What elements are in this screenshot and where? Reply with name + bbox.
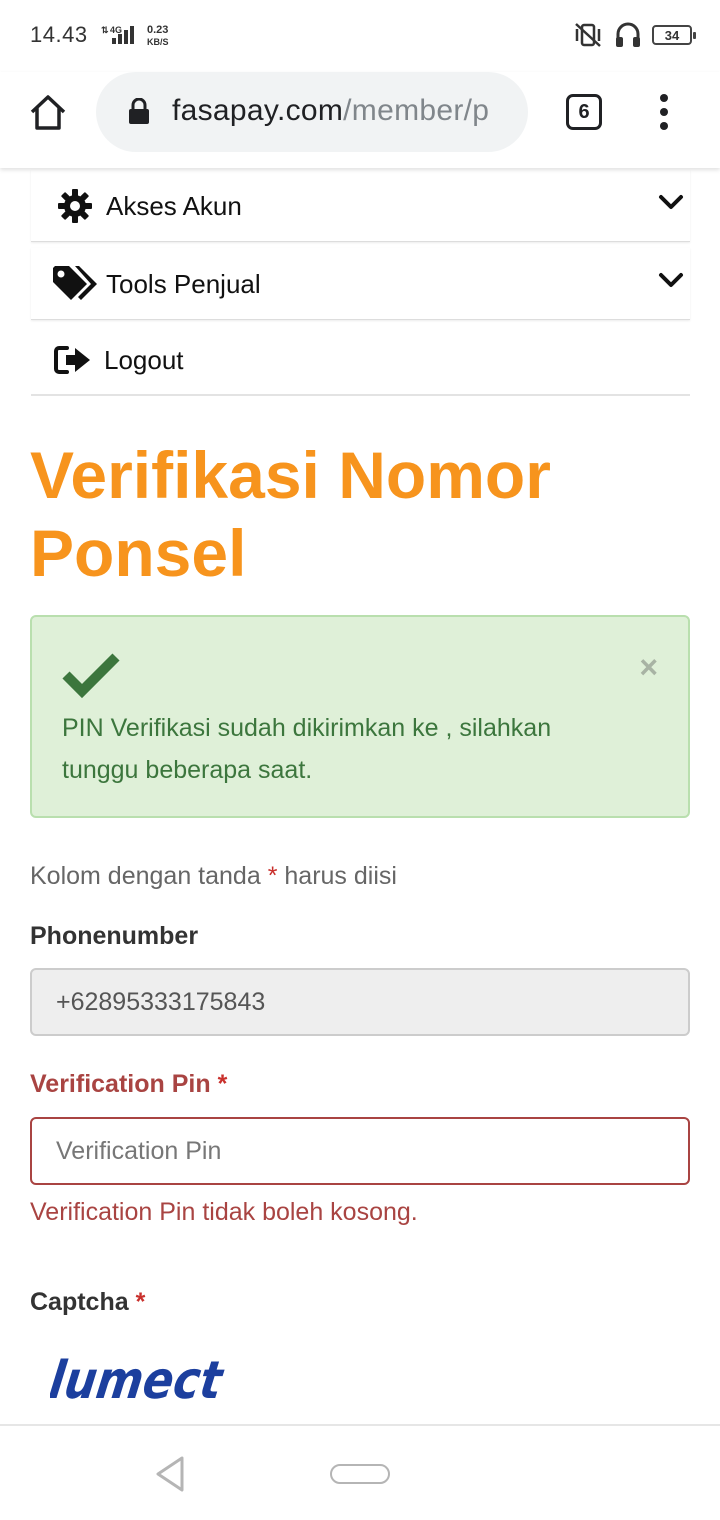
required-star: * <box>217 1070 228 1098</box>
tab-switcher-button[interactable]: 6 <box>566 94 602 130</box>
required-star: * <box>135 1288 146 1316</box>
captcha-image: lumect <box>50 1351 228 1411</box>
pin-label: Verification Pin * <box>30 1070 227 1099</box>
required-note-after: harus diisi <box>284 862 397 890</box>
back-icon[interactable] <box>152 1454 188 1494</box>
phone-field: +62895333175843 <box>30 968 690 1036</box>
alert-message-line-1: PIN Verifikasi sudah dikirimkan ke , sil… <box>62 714 552 742</box>
tags-icon <box>53 266 97 300</box>
gear-icon <box>58 189 92 223</box>
nav-label-logout: Logout <box>104 345 184 375</box>
required-note: Kolom dengan tanda * harus diisi <box>30 862 397 891</box>
url-text: fasapay.com/member/p <box>172 94 506 132</box>
lock-icon <box>129 98 149 124</box>
headphones-icon <box>616 22 640 47</box>
required-star: * <box>267 862 278 890</box>
success-alert: × PIN Verifikasi sudah dikirimkan ke , s… <box>30 615 690 818</box>
tab-count: 6 <box>578 100 590 123</box>
network-type: 4G <box>110 25 122 35</box>
speed-unit: KB/S <box>147 37 169 47</box>
vibrate-icon <box>575 23 601 47</box>
home-icon[interactable] <box>28 92 68 132</box>
captcha-text: lumect <box>50 1351 228 1411</box>
home-gesture-button[interactable] <box>330 1464 390 1484</box>
url-domain: fasapay.com <box>172 94 344 127</box>
status-bar: 14.43 ⇅ 4G 0.23 KB/S 34 <box>0 0 720 72</box>
speed-value: 0.23 <box>147 24 168 36</box>
signal-icon: ⇅ 4G 0.23 KB/S <box>101 24 169 47</box>
status-time: 14.43 <box>30 22 88 47</box>
svg-text:⇅: ⇅ <box>101 25 109 35</box>
battery-level: 34 <box>664 27 680 43</box>
chevron-down-icon[interactable] <box>658 272 684 290</box>
verification-pin-input[interactable] <box>30 1117 690 1185</box>
phone-label: Phonenumber <box>30 922 199 950</box>
page-title-line-2: Ponsel <box>30 516 247 590</box>
sign-out-icon <box>54 346 90 374</box>
more-menu-icon[interactable] <box>652 92 676 132</box>
nav-label-akses-akun: Akses Akun <box>106 191 242 221</box>
battery-icon: 34 <box>652 25 696 45</box>
nav-item-logout[interactable]: Logout <box>31 324 690 396</box>
captcha-label-text: Captcha <box>30 1288 129 1316</box>
chevron-down-icon[interactable] <box>658 194 684 212</box>
checkmark-icon <box>62 653 120 699</box>
android-nav-bar <box>0 1424 720 1520</box>
browser-toolbar: fasapay.com/member/p 6 <box>0 72 720 168</box>
alert-message: PIN Verifikasi sudah dikirimkan ke , sil… <box>62 707 642 791</box>
required-note-before: Kolom dengan tanda <box>30 862 261 890</box>
nav-item-tools-penjual[interactable]: Tools Penjual <box>31 248 690 320</box>
nav-item-akses-akun[interactable]: Akses Akun <box>31 170 690 242</box>
nav-label-tools-penjual: Tools Penjual <box>106 269 261 299</box>
page-title: Verifikasi Nomor Ponsel <box>30 436 690 592</box>
close-icon[interactable]: × <box>639 651 658 683</box>
pin-error-message: Verification Pin tidak boleh kosong. <box>30 1198 418 1226</box>
captcha-label: Captcha * <box>30 1288 145 1317</box>
alert-message-line-2: tunggu beberapa saat. <box>62 756 313 784</box>
url-path: /member/p <box>343 94 490 127</box>
address-bar[interactable]: fasapay.com/member/p <box>96 72 528 152</box>
page-title-line-1: Verifikasi Nomor <box>30 438 551 512</box>
pin-label-text: Verification Pin <box>30 1070 211 1098</box>
